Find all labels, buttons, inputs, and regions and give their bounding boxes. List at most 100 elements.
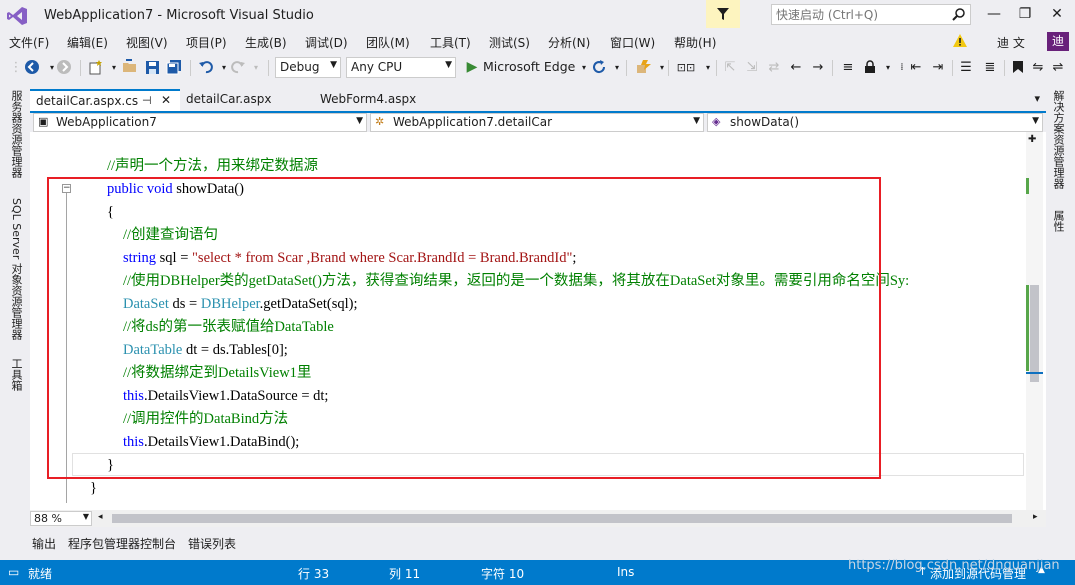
side-tab-solution-explorer[interactable]: 解决方案资源管理器 <box>1050 90 1066 189</box>
toolbar-separator <box>1004 60 1005 76</box>
new-project-icon[interactable] <box>88 58 104 76</box>
project-select[interactable]: ▣ WebApplication7 ▼ <box>33 113 367 132</box>
code-line[interactable]: } <box>90 477 97 500</box>
tab-detailcar-aspx[interactable]: detailCar.aspx <box>180 89 304 111</box>
bookmark-prev-icon[interactable]: ⇱ <box>722 58 738 76</box>
refresh-icon[interactable] <box>591 58 607 76</box>
menu-tools[interactable]: 工具(T) <box>430 34 471 51</box>
indent-icon[interactable]: ⇥ <box>930 58 946 76</box>
member-select[interactable]: ◈ showData() ▼ <box>707 113 1043 132</box>
warning-icon[interactable] <box>952 33 968 52</box>
browser-link-icon[interactable] <box>636 58 652 76</box>
status-column: 列 11 <box>389 567 421 581</box>
find-symbol-icon[interactable]: ⊡⊡ <box>677 58 695 76</box>
side-tab-sql-server-explorer[interactable]: SQL Server 对象资源管理器 <box>8 198 24 340</box>
watermark-url: https://blog.csdn.net/dnguanjian <box>848 558 1060 573</box>
class-select[interactable]: ✲ WebApplication7.detailCar ▼ <box>370 113 704 132</box>
lock-icon[interactable] <box>862 58 878 76</box>
navigate-forward-icon[interactable]: → <box>810 58 826 76</box>
bookmark-icon[interactable] <box>1010 58 1026 76</box>
start-debugging-icon[interactable]: ▶ <box>464 58 480 76</box>
toolbar-icon-b[interactable]: ⇌ <box>1050 58 1066 76</box>
toolbar-grip-icon[interactable]: ⋮ <box>8 58 24 76</box>
toolbar-separator <box>80 60 81 76</box>
zoom-select[interactable]: 88 % ▼ <box>30 511 92 526</box>
tab-error-list[interactable]: 错误列表 <box>188 535 236 552</box>
bottom-tool-tabs: 输出 程序包管理器控制台 错误列表 <box>0 533 1075 553</box>
toolbar-icon-a[interactable]: ⇋ <box>1030 58 1046 76</box>
quick-launch-box[interactable] <box>771 4 971 25</box>
run-target-button[interactable]: Microsoft Edge <box>483 59 575 74</box>
tab-output[interactable]: 输出 <box>32 535 56 552</box>
chevron-down-icon: ▼ <box>445 60 452 70</box>
navigate-backward-icon[interactable]: ← <box>788 58 804 76</box>
new-dropdown-icon[interactable]: ▾ <box>106 58 122 76</box>
solution-configuration-value: Debug <box>280 60 320 74</box>
tab-overflow-dropdown-icon[interactable]: ▾ <box>1034 92 1040 105</box>
toolbar-separator <box>716 60 717 76</box>
undo-icon[interactable] <box>198 58 214 76</box>
chevron-down-icon: ▼ <box>330 60 337 70</box>
pin-icon[interactable]: ⊣ <box>142 94 152 107</box>
run-target-dropdown-icon[interactable]: ▾ <box>576 58 592 76</box>
notification-filter-button[interactable] <box>706 0 740 28</box>
tab-webform4-aspx[interactable]: WebForm4.aspx <box>314 89 454 111</box>
menu-view[interactable]: 视图(V) <box>126 34 168 51</box>
scroll-right-icon[interactable]: ▸ <box>1033 512 1038 522</box>
change-marker <box>1026 178 1029 194</box>
vertical-scroll-thumb[interactable] <box>1030 285 1039 382</box>
quick-launch-input[interactable] <box>772 5 944 24</box>
menu-project[interactable]: 项目(P) <box>186 34 227 51</box>
search-icon[interactable] <box>952 7 966 24</box>
toolbar-separator <box>626 60 627 76</box>
menu-test[interactable]: 测试(S) <box>489 34 530 51</box>
back-navigation-icon[interactable] <box>24 58 40 76</box>
menu-build[interactable]: 生成(B) <box>245 34 287 51</box>
outdent-icon[interactable]: ⇤ <box>908 58 924 76</box>
solution-platform-select[interactable]: Any CPU ▼ <box>346 57 456 78</box>
tab-label: detailCar.aspx.cs <box>36 94 139 108</box>
side-tab-server-explorer[interactable]: 服务器资源管理器 <box>8 90 24 178</box>
editor-bottom-bar: 88 % ▼ ◂ ▸ <box>30 510 1046 527</box>
member-select-value: showData() <box>730 115 800 129</box>
find-symbol-dropdown-icon[interactable]: ▾ <box>700 58 716 76</box>
tab-detailcar-aspx-cs[interactable]: detailCar.aspx.cs ⊣ ✕ <box>30 89 180 111</box>
bookmark-toggle-icon[interactable]: ⇄ <box>766 58 782 76</box>
menu-analyze[interactable]: 分析(N) <box>548 34 590 51</box>
restore-button[interactable]: ❐ <box>1009 0 1041 28</box>
refresh-dropdown-icon[interactable]: ▾ <box>609 58 625 76</box>
save-icon[interactable] <box>144 58 160 76</box>
tab-package-manager-console[interactable]: 程序包管理器控制台 <box>68 535 176 552</box>
close-tab-icon[interactable]: ✕ <box>161 93 171 107</box>
solution-configuration-select[interactable]: Debug ▼ <box>275 57 341 78</box>
redo-dropdown-icon[interactable]: ▾ <box>248 58 264 76</box>
format-document-icon[interactable]: ☰ <box>958 58 974 76</box>
forward-navigation-icon[interactable] <box>56 58 72 76</box>
menu-team[interactable]: 团队(M) <box>366 34 410 51</box>
class-select-value: WebApplication7.detailCar <box>393 115 553 129</box>
save-all-icon[interactable] <box>166 58 182 76</box>
method-icon: ◈ <box>712 115 721 128</box>
split-window-icon[interactable]: ✚ <box>1028 134 1036 145</box>
minimize-button[interactable]: — <box>978 0 1010 28</box>
menu-window[interactable]: 窗口(W) <box>610 34 655 51</box>
menu-file[interactable]: 文件(F) <box>9 34 49 51</box>
status-icon: ▭ <box>8 565 20 579</box>
menu-debug[interactable]: 调试(D) <box>305 34 348 51</box>
side-tab-toolbox[interactable]: 工具箱 <box>8 358 24 391</box>
bookmark-next-icon[interactable]: ⇲ <box>744 58 760 76</box>
user-name[interactable]: 迪 文 <box>997 34 1025 51</box>
open-folder-icon[interactable] <box>122 58 138 76</box>
scroll-left-icon[interactable]: ◂ <box>98 512 103 522</box>
horizontal-scroll-thumb[interactable] <box>112 514 1012 523</box>
menu-help[interactable]: 帮助(H) <box>674 34 716 51</box>
avatar[interactable]: 迪 <box>1047 32 1069 51</box>
code-line[interactable]: //声明一个方法，用来绑定数据源 <box>107 155 318 178</box>
close-button[interactable]: ✕ <box>1041 0 1073 28</box>
comment-out-icon[interactable]: ≡ <box>840 58 856 76</box>
uncomment-icon[interactable]: ≣ <box>982 58 998 76</box>
change-marker <box>1026 285 1029 371</box>
redo-icon[interactable] <box>230 58 246 76</box>
side-tab-properties[interactable]: 属性 <box>1050 210 1066 232</box>
menu-edit[interactable]: 编辑(E) <box>67 34 108 51</box>
